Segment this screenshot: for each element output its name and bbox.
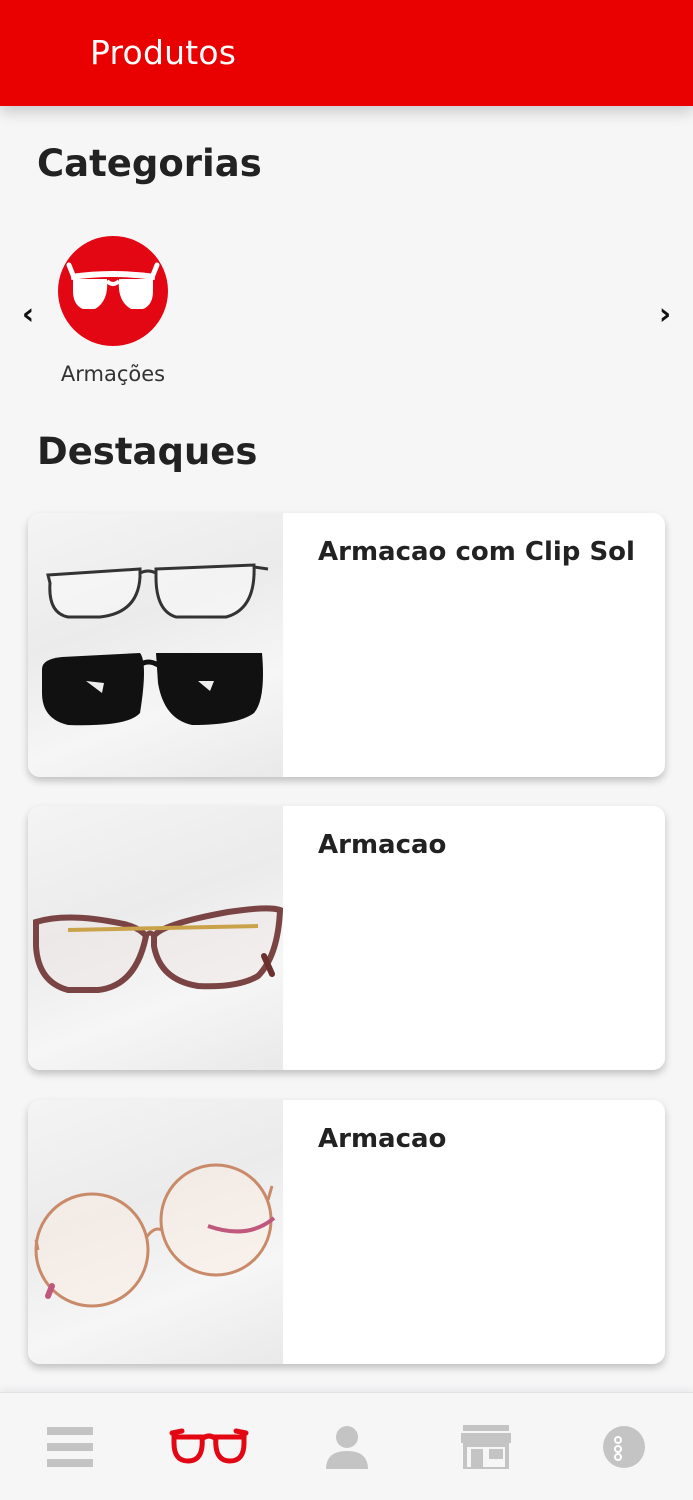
featured-heading: Destaques: [37, 430, 258, 473]
chevron-right-icon[interactable]: ›: [655, 296, 675, 332]
nav-item-products[interactable]: [139, 1393, 278, 1500]
category-item-armacoes[interactable]: Armações: [48, 236, 178, 386]
nav-item-store[interactable]: [416, 1393, 555, 1500]
chevron-left-icon[interactable]: ‹: [18, 296, 38, 332]
category-label: Armações: [60, 362, 166, 386]
nav-item-profile[interactable]: [277, 1393, 416, 1500]
product-title: Armacao: [318, 1124, 447, 1154]
categories-heading: Categorias: [37, 142, 262, 185]
product-title: Armacao com Clip Sol: [318, 537, 635, 567]
glasses-icon: [169, 1428, 248, 1464]
glasses-icon: [66, 262, 160, 309]
store-icon: [460, 1425, 511, 1469]
product-title: Armacao: [318, 830, 447, 860]
nav-item-info[interactable]: [554, 1393, 693, 1500]
info-icon: [602, 1426, 645, 1468]
bottom-navigation: [0, 1392, 693, 1500]
user-icon: [325, 1426, 368, 1469]
page-title: Produtos: [90, 33, 237, 72]
product-image: [28, 1100, 283, 1364]
product-image: [28, 513, 283, 777]
product-card[interactable]: Armacao com Clip Sol: [28, 513, 665, 777]
product-card[interactable]: Armacao: [28, 1100, 665, 1364]
menu-icon: [46, 1427, 93, 1467]
category-icon-circle: [58, 236, 168, 346]
nav-item-menu[interactable]: [0, 1393, 139, 1500]
product-image: [28, 806, 283, 1070]
product-card[interactable]: Armacao: [28, 806, 665, 1070]
app-bar: Produtos: [0, 0, 693, 106]
